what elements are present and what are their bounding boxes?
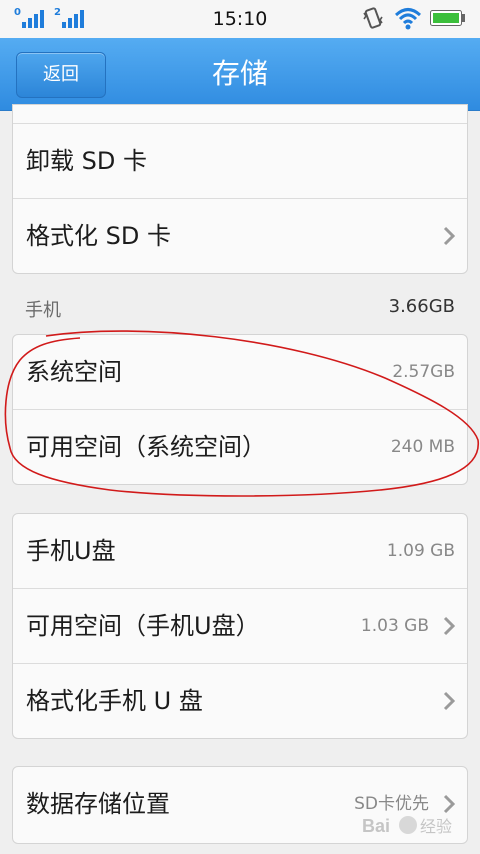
udisk-group: 手机U盘 1.09 GB 可用空间（手机U盘） 1.03 GB 格式化手机 U … bbox=[12, 513, 468, 739]
svg-text:经验: 经验 bbox=[420, 817, 452, 836]
unmount-sd-row[interactable]: 卸载 SD 卡 bbox=[13, 123, 467, 198]
chevron-right-icon bbox=[443, 691, 455, 711]
udisk-available-label: 可用空间（手机U盘） bbox=[26, 612, 260, 640]
unmount-sd-label: 卸载 SD 卡 bbox=[26, 147, 147, 175]
battery-icon bbox=[430, 10, 465, 26]
svg-text:Bai: Bai bbox=[362, 816, 390, 836]
phone-total-size: 3.66GB bbox=[388, 296, 455, 317]
chevron-right-icon bbox=[443, 226, 455, 246]
watermark-logo-icon: Bai 经验 bbox=[362, 816, 452, 836]
system-available-value: 240 MB bbox=[390, 437, 455, 457]
data-location-label: 数据存储位置 bbox=[26, 790, 170, 818]
udisk-row[interactable]: 手机U盘 1.09 GB bbox=[13, 514, 467, 588]
baidu-jingyan-watermark: Bai 经验 bbox=[360, 808, 472, 842]
back-button[interactable]: 返回 bbox=[16, 52, 106, 98]
format-sd-label: 格式化 SD 卡 bbox=[26, 222, 171, 250]
format-udisk-row[interactable]: 格式化手机 U 盘 bbox=[13, 663, 467, 738]
phone-storage-group: 系统空间 2.57GB 可用空间（系统空间） 240 MB bbox=[12, 334, 468, 485]
system-available-row[interactable]: 可用空间（系统空间） 240 MB bbox=[13, 409, 467, 484]
status-bar: 0 2 15:10 bbox=[0, 0, 480, 38]
system-space-row[interactable]: 系统空间 2.57GB bbox=[13, 335, 467, 409]
chevron-right-icon bbox=[443, 616, 455, 636]
vibrate-icon bbox=[363, 7, 383, 29]
system-space-value: 2.57GB bbox=[392, 362, 455, 382]
udisk-label: 手机U盘 bbox=[26, 537, 116, 565]
phone-section-label: 手机 bbox=[25, 300, 61, 321]
format-udisk-label: 格式化手机 U 盘 bbox=[26, 687, 203, 715]
wifi-icon bbox=[394, 8, 422, 30]
udisk-value: 1.09 GB bbox=[386, 541, 455, 561]
app-header: 存储 返回 bbox=[0, 38, 480, 111]
udisk-available-value: 1.03 GB bbox=[360, 616, 429, 636]
sd-card-group: 卸载 SD 卡 格式化 SD 卡 bbox=[12, 104, 468, 274]
udisk-available-row[interactable]: 可用空间（手机U盘） 1.03 GB bbox=[13, 588, 467, 663]
clipped-row bbox=[13, 105, 467, 123]
format-sd-row[interactable]: 格式化 SD 卡 bbox=[13, 198, 467, 273]
system-available-label: 可用空间（系统空间） bbox=[26, 433, 266, 461]
phone-section-header: 手机 3.66GB bbox=[12, 292, 466, 326]
system-space-label: 系统空间 bbox=[26, 358, 122, 386]
